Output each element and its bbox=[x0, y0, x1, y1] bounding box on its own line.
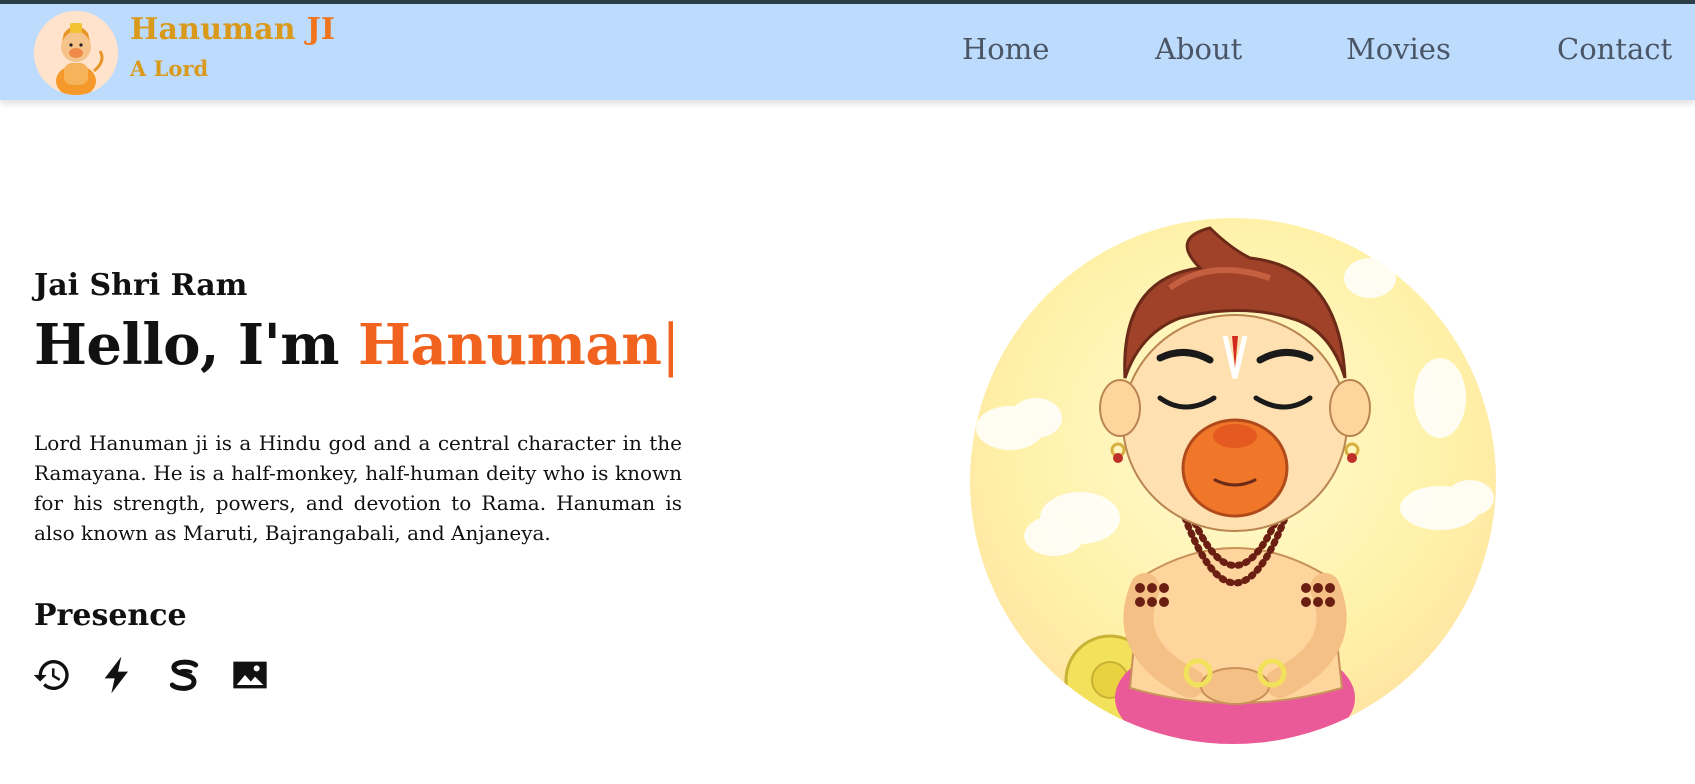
navbar: Hanuman JI A Lord Home About Movies Cont… bbox=[0, 4, 1695, 100]
lightning-bolt-icon[interactable] bbox=[98, 655, 138, 695]
hanuman-illustration-icon bbox=[976, 226, 1494, 744]
brand-name: Hanuman bbox=[130, 12, 296, 47]
history-icon[interactable] bbox=[32, 655, 72, 695]
bio-paragraph: Lord Hanuman ji is a Hindu god and a cen… bbox=[34, 431, 682, 545]
greeting-text: Jai Shri Ram bbox=[34, 268, 248, 303]
brand-title[interactable]: Hanuman JI bbox=[130, 12, 335, 47]
s-logo-icon[interactable] bbox=[164, 655, 204, 695]
nav-about[interactable]: About bbox=[1155, 32, 1242, 66]
nav-movies[interactable]: Movies bbox=[1346, 32, 1451, 66]
nav-home[interactable]: Home bbox=[962, 32, 1049, 66]
hello-name: Hanuman bbox=[358, 312, 662, 378]
brand-tagline: A Lord bbox=[130, 56, 209, 81]
logo-avatar[interactable] bbox=[34, 11, 118, 95]
hero-illustration bbox=[970, 218, 1496, 744]
hello-prefix: Hello, I'm bbox=[34, 312, 340, 378]
hello-heading: Hello, I'm Hanuman| bbox=[34, 312, 680, 378]
typing-cursor: | bbox=[661, 313, 680, 378]
presence-title: Presence bbox=[34, 598, 187, 633]
hanuman-logo-icon bbox=[34, 11, 118, 95]
nav-contact[interactable]: Contact bbox=[1557, 32, 1672, 66]
image-icon[interactable] bbox=[230, 655, 270, 695]
brand-suffix: JI bbox=[306, 12, 336, 47]
